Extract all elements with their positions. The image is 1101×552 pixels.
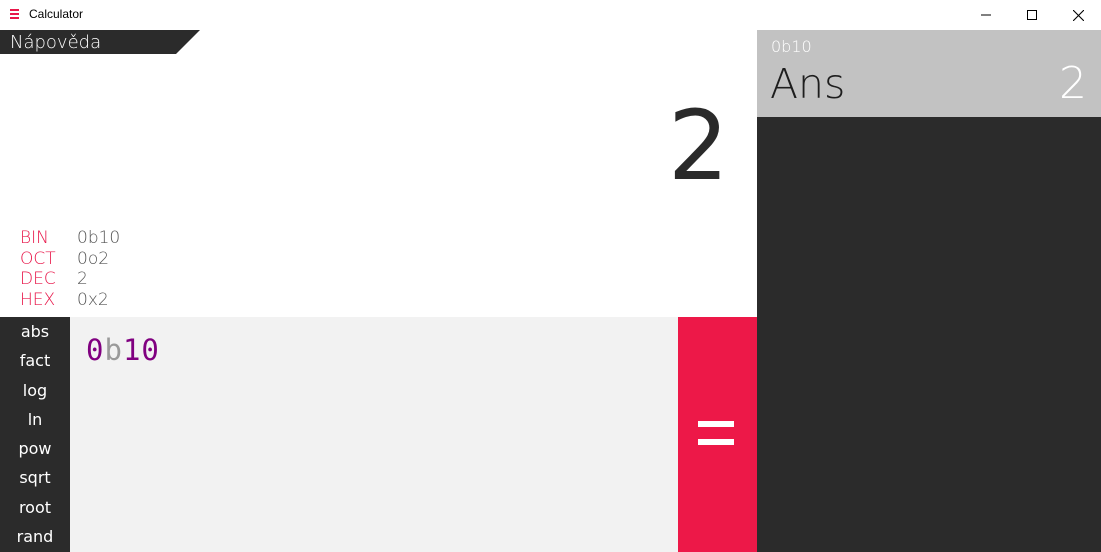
- base-row-dec: DEC 2: [20, 269, 120, 290]
- close-icon: [1072, 9, 1084, 21]
- functions-sidebar: abs fact log ln pow sqrt root rand: [0, 317, 70, 552]
- maximize-icon: [1027, 10, 1037, 20]
- base-row-bin: BIN 0b10: [20, 228, 120, 249]
- base-value: 0o2: [77, 248, 110, 269]
- function-rand[interactable]: rand: [0, 522, 70, 551]
- window-title: Calculator: [29, 7, 84, 21]
- close-button[interactable]: [1055, 0, 1101, 30]
- help-tab[interactable]: Nápověda: [0, 30, 200, 54]
- base-value: 2: [77, 269, 88, 289]
- function-log[interactable]: log: [0, 376, 70, 405]
- expression-input[interactable]: 0b10: [70, 317, 678, 552]
- function-fact[interactable]: fact: [0, 346, 70, 375]
- calculator-icon: [10, 8, 19, 21]
- function-abs[interactable]: abs: [0, 317, 70, 346]
- expression-token: 10: [122, 333, 160, 367]
- minimize-icon: [981, 14, 991, 16]
- expression-text: 0b10: [86, 333, 160, 367]
- expression-token: b: [104, 333, 123, 367]
- result-display: 2: [667, 90, 729, 202]
- base-row-hex: HEX 0x2: [20, 290, 120, 311]
- base-row-oct: OCT 0o2: [20, 249, 120, 270]
- base-label: HEX: [20, 289, 56, 310]
- base-conversions: BIN 0b10 OCT 0o2 DEC 2 HEX 0x2: [20, 228, 120, 310]
- history-expression: 0b10: [771, 37, 812, 56]
- history-entry[interactable]: 0b10 Ans 2: [757, 30, 1101, 117]
- help-label: Nápověda: [10, 32, 102, 53]
- base-label: OCT: [20, 248, 56, 269]
- base-label: DEC: [20, 269, 56, 289]
- history-panel: 0b10 Ans 2: [757, 30, 1101, 552]
- minimize-button[interactable]: [963, 0, 1009, 30]
- equals-button[interactable]: [678, 317, 757, 552]
- base-value: 0x2: [77, 289, 109, 310]
- expression-token: 0: [86, 333, 105, 367]
- function-sqrt[interactable]: sqrt: [0, 463, 70, 492]
- history-name: Ans: [770, 60, 846, 108]
- function-root[interactable]: root: [0, 493, 70, 522]
- title-bar: Calculator: [0, 0, 1101, 30]
- base-label: BIN: [20, 228, 49, 248]
- history-value: 2: [1059, 58, 1087, 109]
- function-ln[interactable]: ln: [0, 405, 70, 434]
- base-value: 0b10: [77, 228, 121, 248]
- function-pow[interactable]: pow: [0, 434, 70, 463]
- maximize-button[interactable]: [1009, 0, 1055, 30]
